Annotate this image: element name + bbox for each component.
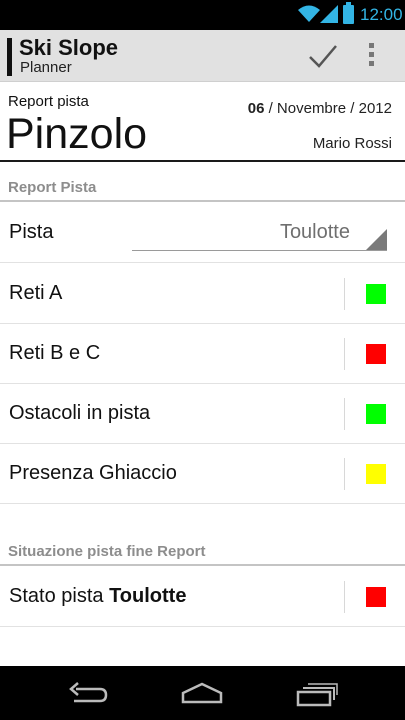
- row-divider: [344, 458, 345, 490]
- section-header-end: Situazione pista fine Report: [0, 536, 405, 566]
- status-indicator[interactable]: [366, 284, 386, 304]
- slope-name: Pinzolo: [6, 110, 148, 158]
- report-header: Report pista Pinzolo 06 / Novembre / 201…: [0, 83, 405, 162]
- list-item-label: Reti B e C: [9, 342, 101, 364]
- row-divider: [344, 278, 345, 310]
- checkmark-icon[interactable]: [306, 40, 340, 72]
- stato-pista-label: Stato pista Toulotte: [9, 585, 186, 608]
- app-title: Ski Slope: [19, 35, 119, 60]
- list-item-label: Presenza Ghiaccio: [9, 462, 177, 484]
- report-date: 06 / Novembre / 2012: [248, 100, 392, 117]
- status-indicator[interactable]: [366, 404, 386, 424]
- list-item-reti-b-c[interactable]: Reti B e C: [0, 324, 405, 384]
- slope-select-label: Pista: [9, 221, 54, 243]
- report-label: Report pista: [8, 93, 89, 110]
- navigation-bar: [0, 666, 405, 720]
- list-item-stato-pista[interactable]: Stato pista Toulotte: [0, 567, 405, 627]
- status-indicator[interactable]: [366, 587, 386, 607]
- section-title: Report Pista: [8, 179, 97, 196]
- list-item-reti-a[interactable]: Reti A: [0, 264, 405, 324]
- section-title: Situazione pista fine Report: [8, 543, 206, 560]
- wifi-icon: [298, 5, 320, 22]
- slope-spinner[interactable]: Toulotte: [132, 218, 387, 251]
- battery-icon: [343, 2, 354, 24]
- status-clock: 12:00: [360, 5, 403, 24]
- status-indicator[interactable]: [366, 464, 386, 484]
- stato-pista-text: Stato pista: [9, 585, 110, 607]
- report-author: Mario Rossi: [312, 135, 392, 152]
- back-icon[interactable]: [66, 680, 110, 708]
- slope-select-row: Pista Toulotte: [0, 203, 405, 263]
- home-icon[interactable]: [180, 680, 224, 708]
- app-accent-bar: [7, 38, 12, 76]
- overflow-menu-icon[interactable]: [360, 40, 382, 72]
- status-indicator[interactable]: [366, 344, 386, 364]
- stato-pista-slope: Toulotte: [109, 585, 187, 607]
- row-divider: [344, 581, 345, 613]
- action-bar: Ski Slope Planner: [0, 30, 405, 82]
- row-divider: [344, 398, 345, 430]
- recents-icon[interactable]: [294, 680, 338, 708]
- list-item-label: Ostacoli in pista: [9, 402, 151, 424]
- date-rest: / Novembre / 2012: [264, 100, 392, 117]
- section-header-report: Report Pista: [0, 172, 405, 202]
- signal-icon: [320, 5, 338, 23]
- slope-spinner-value: Toulotte: [279, 221, 350, 243]
- list-item-label: Reti A: [9, 282, 63, 304]
- list-item-ghiaccio[interactable]: Presenza Ghiaccio: [0, 444, 405, 504]
- list-item-ostacoli[interactable]: Ostacoli in pista: [0, 384, 405, 444]
- app-subtitle: Planner: [20, 59, 72, 76]
- status-bar: 12:00: [0, 0, 405, 30]
- row-divider: [344, 338, 345, 370]
- spinner-arrow-icon: [366, 229, 387, 250]
- date-day: 06: [247, 100, 265, 117]
